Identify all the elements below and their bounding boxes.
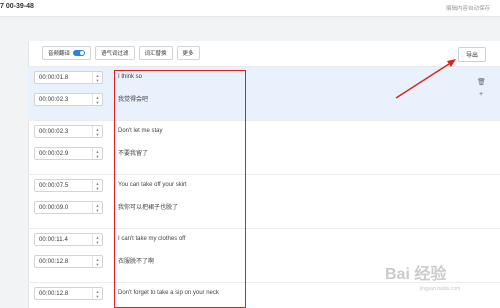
filter-filler-button[interactable]: 语气词过滤	[95, 46, 135, 60]
timestamp: 7 00-39-48	[0, 3, 34, 10]
end-time-input[interactable]: 00:00:12.8 ▲ ▼	[34, 255, 103, 268]
subtitle-text-zh[interactable]: 衣服脱不了啊	[118, 256, 154, 265]
row-actions: 🗑 +	[477, 79, 486, 99]
subtitle-text-en[interactable]: Don't forget to take a sip on your neck	[118, 290, 219, 296]
toolbar: 音频翻译 语气词过滤 词汇替换 更多	[42, 46, 200, 60]
start-time-input[interactable]: 00:00:07.5 ▲ ▼	[34, 179, 103, 192]
audio-translate-label: 音频翻译	[48, 51, 71, 57]
start-time-input[interactable]: 00:00:12.8 ▲ ▼	[34, 287, 103, 300]
stepper-icon[interactable]: ▲ ▼	[92, 72, 102, 83]
top-bar: 7 00-39-48 编辑内容自动保存	[0, 0, 500, 17]
stepper-icon[interactable]: ▲ ▼	[92, 256, 102, 267]
subtitle-text-en[interactable]: I think so	[118, 74, 142, 80]
more-button[interactable]: 更多	[176, 46, 200, 60]
subtitle-text-zh[interactable]: 不要我留了	[118, 148, 148, 157]
subtitle-row[interactable]: 00:00:02.3 ▲ ▼ 00:00:02.9 ▲ ▼ Don't let me…	[28, 121, 500, 175]
end-time-input[interactable]: 00:00:02.3 ▲ ▼	[34, 93, 103, 106]
stepper-icon[interactable]: ▲ ▼	[92, 94, 102, 105]
end-time-input[interactable]: 00:00:09.0 ▲ ▼	[34, 201, 103, 214]
start-time-input[interactable]: 00:00:02.3 ▲ ▼	[34, 125, 103, 138]
subtitle-text-zh[interactable]: 我你可以把裙子也脱了	[118, 202, 178, 211]
stepper-icon[interactable]: ▲ ▼	[92, 180, 102, 191]
stepper-icon[interactable]: ▲ ▼	[92, 202, 102, 213]
subtitle-text-zh[interactable]: 我觉得会吧	[118, 94, 148, 103]
stepper-icon[interactable]: ▲ ▼	[92, 148, 102, 159]
subtitle-text-en[interactable]: I can't take my clothes off	[118, 236, 185, 242]
subtitle-row[interactable]: 00:00:01.8 ▲ ▼ 00:00:02.3 ▲ ▼ I think so 我…	[28, 67, 500, 121]
subtitle-text-en[interactable]: You can take off your skirt	[118, 182, 187, 188]
plus-icon[interactable]: +	[477, 91, 485, 99]
stepper-icon[interactable]: ▲ ▼	[92, 234, 102, 245]
watermark-url: jingyan.baidu.com	[420, 286, 461, 292]
replace-words-button[interactable]: 词汇替换	[138, 46, 173, 60]
audio-translate-button[interactable]: 音频翻译	[42, 46, 92, 60]
trash-icon[interactable]: 🗑	[477, 79, 486, 87]
export-button[interactable]: 导出	[458, 47, 486, 62]
subtitle-text-en[interactable]: Don't let me stay	[118, 128, 163, 134]
start-time-input[interactable]: 00:00:01.8 ▲ ▼	[34, 71, 103, 84]
watermark-logo: Bai 经验	[385, 266, 447, 283]
stepper-icon[interactable]: ▲ ▼	[92, 288, 102, 299]
start-time-input[interactable]: 00:00:11.4 ▲ ▼	[34, 233, 103, 246]
audio-translate-toggle[interactable]	[73, 50, 86, 56]
stepper-icon[interactable]: ▲ ▼	[92, 126, 102, 137]
end-time-input[interactable]: 00:00:02.9 ▲ ▼	[34, 147, 103, 160]
subtitle-row[interactable]: 00:00:07.5 ▲ ▼ 00:00:09.0 ▲ ▼ You can take…	[28, 175, 500, 229]
autosave-hint: 编辑内容自动保存	[445, 6, 490, 12]
